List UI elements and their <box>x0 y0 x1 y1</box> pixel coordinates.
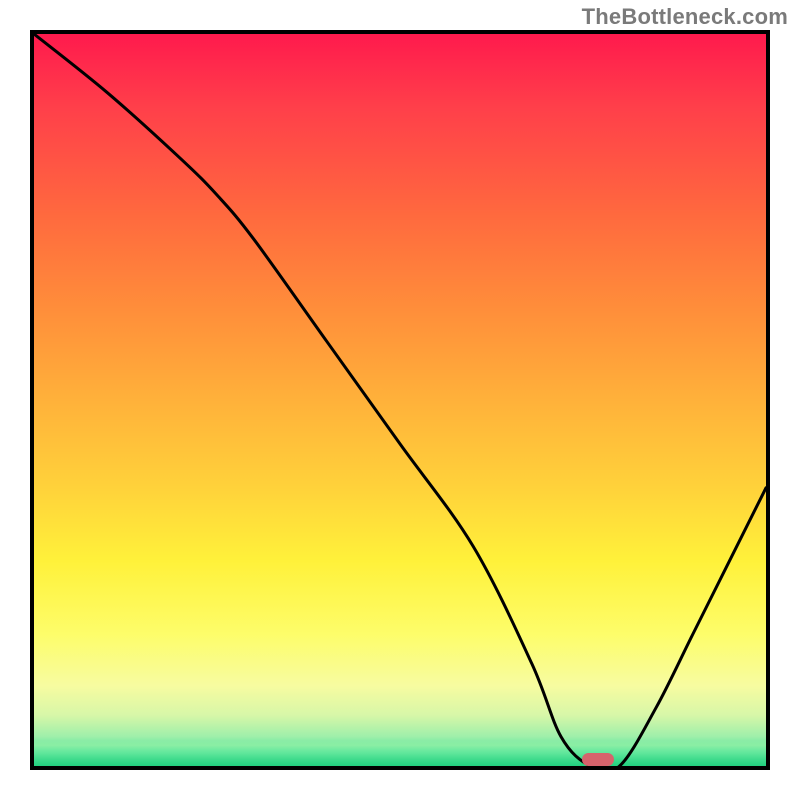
watermark-text: TheBottleneck.com <box>582 4 788 30</box>
bottleneck-curve-path <box>34 34 766 766</box>
chart-frame <box>30 30 770 770</box>
optimal-marker <box>582 753 614 766</box>
bottleneck-curve <box>34 34 766 766</box>
